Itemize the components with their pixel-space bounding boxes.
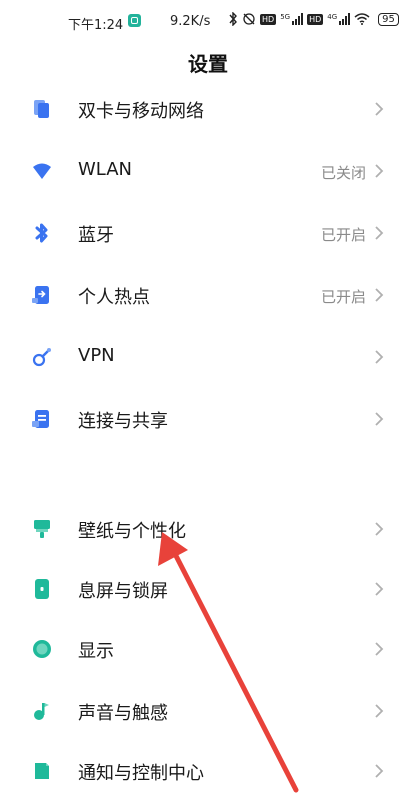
chevron-right-icon: [375, 226, 384, 240]
chevron-right-icon: [375, 522, 384, 536]
connection-share-icon: [32, 410, 49, 428]
settings-item-label: 通知与控制中心: [78, 763, 204, 784]
settings-item-label: WLAN: [78, 159, 133, 180]
settings-item-label: 息屏与锁屏: [78, 581, 168, 602]
settings-item-hotspot[interactable]: 个人热点 已开启: [0, 264, 416, 326]
wifi-status-icon: [354, 13, 370, 25]
sound-icon: [34, 703, 49, 720]
status-time: 下午1:24: [68, 18, 124, 33]
sim2-network-tag: 4G: [327, 13, 338, 21]
settings-item-notifications[interactable]: 通知与控制中心: [0, 740, 416, 802]
network-speed: 9.2K/s: [170, 14, 211, 29]
settings-item-status: 已开启: [320, 288, 366, 306]
settings-item-connection-share[interactable]: 连接与共享: [0, 388, 416, 450]
notification-icon: [35, 763, 49, 779]
settings-item-display[interactable]: 显示: [0, 618, 416, 680]
chevron-right-icon: [375, 288, 384, 302]
page-title: 设置: [188, 52, 228, 76]
settings-item-label: 个人热点: [78, 287, 150, 308]
status-bar: 下午1:24 9.2K/s HD 5G HD 4G 95: [0, 0, 416, 44]
hotspot-icon: [32, 286, 49, 304]
chevron-right-icon: [375, 164, 384, 178]
settings-item-label: 显示: [78, 641, 114, 662]
settings-item-label: 连接与共享: [78, 411, 168, 432]
settings-item-label: 双卡与移动网络: [78, 101, 204, 122]
hd-badge-1: HD: [260, 13, 277, 25]
settings-item-lock-screen[interactable]: 息屏与锁屏: [0, 558, 416, 620]
chevron-right-icon: [375, 350, 384, 364]
settings-item-wallpaper[interactable]: 壁纸与个性化: [0, 498, 416, 560]
wallpaper-icon: [34, 520, 50, 538]
signal-sim1-icon: 5G: [280, 13, 304, 25]
settings-item-label: VPN: [78, 345, 115, 366]
chevron-right-icon: [375, 764, 384, 778]
settings-item-status: 已开启: [320, 226, 366, 244]
settings-item-label: 声音与触感: [78, 703, 168, 724]
wifi-icon: [33, 163, 51, 179]
chevron-right-icon: [375, 642, 384, 656]
battery-icon: 95: [378, 12, 399, 26]
settings-item-vpn[interactable]: VPN: [0, 326, 416, 388]
sim1-network-tag: 5G: [280, 13, 291, 21]
settings-item-label: 壁纸与个性化: [78, 521, 186, 542]
hd-badge-2: HD: [307, 13, 324, 25]
settings-item-status: 已关闭: [320, 164, 366, 182]
vpn-key-icon: [32, 348, 51, 367]
status-icons: HD 5G HD 4G 95: [228, 12, 399, 26]
chevron-right-icon: [375, 582, 384, 596]
chevron-right-icon: [375, 412, 384, 426]
settings-item-wlan[interactable]: WLAN 已关闭: [0, 140, 416, 202]
alarm-off-icon: [243, 13, 255, 25]
signal-sim2-icon: 4G: [327, 13, 351, 25]
app-notification-icon: [128, 14, 141, 27]
settings-item-dual-sim[interactable]: 双卡与移动网络: [0, 78, 416, 140]
bluetooth-icon: [35, 223, 48, 243]
lock-screen-icon: [35, 579, 49, 599]
sim-card-icon: [34, 100, 49, 118]
settings-item-sound[interactable]: 声音与触感: [0, 680, 416, 742]
bluetooth-status-icon: [229, 12, 237, 26]
chevron-right-icon: [375, 102, 384, 116]
chevron-right-icon: [375, 704, 384, 718]
display-icon: [33, 640, 51, 658]
settings-item-bluetooth[interactable]: 蓝牙 已开启: [0, 202, 416, 264]
settings-item-label: 蓝牙: [78, 225, 114, 246]
